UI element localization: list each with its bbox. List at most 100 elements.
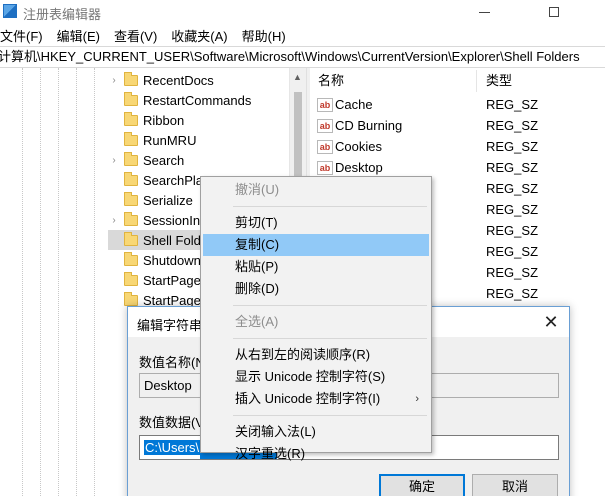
- context-menu-item[interactable]: 汉字重选(R): [203, 443, 429, 465]
- context-menu-item-label: 汉字重选(R): [235, 446, 306, 461]
- folder-icon: [124, 71, 138, 86]
- menu-bar: 文件(F) 编辑(E) 查看(V) 收藏夹(A) 帮助(H): [0, 24, 605, 46]
- value-name-label: 数值名称(N: [139, 355, 205, 370]
- string-value-icon: ab: [317, 98, 333, 112]
- cancel-button[interactable]: 取消: [472, 474, 558, 496]
- tree-item-label: Shell Fold: [143, 232, 201, 248]
- tree-item[interactable]: Ribbon: [108, 110, 288, 130]
- folder-icon: [124, 131, 138, 146]
- context-menu-item-label: 全选(A): [235, 314, 279, 329]
- menu-separator: [233, 338, 427, 339]
- context-menu-item[interactable]: 显示 Unicode 控制字符(S): [203, 366, 429, 388]
- value-row[interactable]: ab Cookies REG_SZ: [310, 137, 605, 158]
- tree-item-label: RestartCommands: [143, 92, 252, 108]
- minimize-button[interactable]: [461, 0, 507, 24]
- tree-item[interactable]: › Search: [108, 150, 288, 170]
- scroll-thumb[interactable]: [294, 92, 302, 184]
- string-value-icon: ab: [317, 161, 333, 175]
- folder-icon: [124, 151, 138, 166]
- folder-icon: [124, 91, 138, 106]
- expand-chevron-icon[interactable]: ›: [108, 215, 120, 226]
- tree-item-label: SessionIn: [143, 212, 201, 228]
- menu-view[interactable]: 查看(V): [114, 26, 157, 45]
- value-type: REG_SZ: [486, 286, 539, 301]
- address-path: 计算机\HKEY_CURRENT_USER\Software\Microsoft…: [0, 49, 580, 64]
- close-icon[interactable]: ✕: [540, 311, 562, 333]
- address-bar[interactable]: 计算机\HKEY_CURRENT_USER\Software\Microsoft…: [0, 46, 605, 68]
- maximize-icon: [549, 7, 559, 17]
- tree-item-label: Shutdown: [143, 252, 201, 268]
- context-menu-item[interactable]: 删除(D): [203, 278, 429, 300]
- string-value-icon: ab: [317, 140, 333, 154]
- tree-guide-line: [94, 68, 95, 496]
- tree-item-label: RecentDocs: [143, 72, 214, 88]
- folder-icon: [124, 231, 138, 246]
- column-divider[interactable]: [476, 70, 477, 92]
- value-type: REG_SZ: [486, 244, 539, 259]
- context-menu-item[interactable]: 从右到左的阅读顺序(R): [203, 344, 429, 366]
- context-menu-item[interactable]: 复制(C): [203, 234, 429, 256]
- context-menu-item-label: 剪切(T): [235, 215, 278, 230]
- expand-chevron-icon[interactable]: ›: [108, 75, 120, 86]
- value-name: Desktop: [335, 160, 383, 175]
- selected-text: C:\Users\: [144, 440, 201, 455]
- value-data-label: 数值数据(V: [139, 415, 205, 430]
- value-type: REG_SZ: [486, 223, 539, 238]
- context-menu-item[interactable]: 粘贴(P): [203, 256, 429, 278]
- menu-separator: [233, 206, 427, 207]
- context-menu-item[interactable]: 关闭输入法(L): [203, 421, 429, 443]
- context-menu-item[interactable]: 插入 Unicode 控制字符(I) ›: [203, 388, 429, 410]
- menu-favorites[interactable]: 收藏夹(A): [171, 26, 227, 45]
- tree-item-label: Search: [143, 152, 185, 168]
- value-type: REG_SZ: [486, 160, 539, 175]
- column-header-name[interactable]: 名称: [318, 68, 344, 94]
- tree-guide-line: [76, 68, 77, 496]
- tree-item[interactable]: › RecentDocs: [108, 70, 288, 90]
- value-type: REG_SZ: [486, 265, 539, 280]
- context-menu-item-label: 删除(D): [235, 281, 280, 296]
- menu-help[interactable]: 帮助(H): [242, 26, 286, 45]
- column-header-type[interactable]: 类型: [486, 68, 512, 94]
- tree-item-label: Ribbon: [143, 112, 185, 128]
- value-row[interactable]: ab CD Burning REG_SZ: [310, 116, 605, 137]
- regedit-app-icon: [3, 4, 17, 18]
- menu-separator: [233, 305, 427, 306]
- title-bar: 注册表编辑器: [0, 0, 605, 24]
- value-name: Cookies: [335, 139, 382, 154]
- scroll-up-icon[interactable]: ▲: [293, 72, 302, 82]
- tree-item[interactable]: Shell Fold: [108, 230, 208, 250]
- value-row[interactable]: ab Cache REG_SZ: [310, 95, 605, 116]
- context-menu-item-label: 撤消(U): [235, 182, 280, 197]
- value-name: CD Burning: [335, 118, 403, 133]
- folder-icon: [124, 211, 138, 226]
- context-menu-item[interactable]: 剪切(T): [203, 212, 429, 234]
- tree-item-label: StartPage: [143, 272, 201, 288]
- menu-edit[interactable]: 编辑(E): [57, 26, 100, 45]
- tree-guide-line: [58, 68, 59, 496]
- folder-icon: [124, 271, 138, 286]
- ok-button[interactable]: 确定: [379, 474, 465, 496]
- context-menu-item: 全选(A): [203, 311, 429, 333]
- tree-item-label: SearchPla: [143, 172, 203, 188]
- tree-item-label: RunMRU: [143, 132, 197, 148]
- text-context-menu: 撤消(U) 剪切(T) 复制(C) 粘贴(P) 删除(D) 全选(A) 从右到左的阅读顺序(…: [200, 176, 432, 461]
- context-menu-item: 撤消(U): [203, 179, 429, 201]
- value-type: REG_SZ: [486, 118, 539, 133]
- menu-file[interactable]: 文件(F): [0, 26, 43, 45]
- tree-guide-line: [22, 68, 23, 496]
- minimize-icon: [478, 11, 490, 13]
- value-type: REG_SZ: [486, 139, 539, 154]
- string-value-icon: ab: [317, 119, 333, 133]
- expand-chevron-icon[interactable]: ›: [108, 155, 120, 166]
- context-menu-item-label: 从右到左的阅读顺序(R): [235, 347, 371, 362]
- menu-separator: [233, 415, 427, 416]
- tree-item[interactable]: RestartCommands: [108, 90, 288, 110]
- tree-item[interactable]: RunMRU: [108, 130, 288, 150]
- value-name: Cache: [335, 97, 373, 112]
- folder-icon: [124, 111, 138, 126]
- maximize-button[interactable]: [531, 0, 577, 24]
- folder-icon: [124, 171, 138, 186]
- value-type: REG_SZ: [486, 202, 539, 217]
- window-title: 注册表编辑器: [23, 7, 102, 22]
- folder-icon: [124, 291, 138, 306]
